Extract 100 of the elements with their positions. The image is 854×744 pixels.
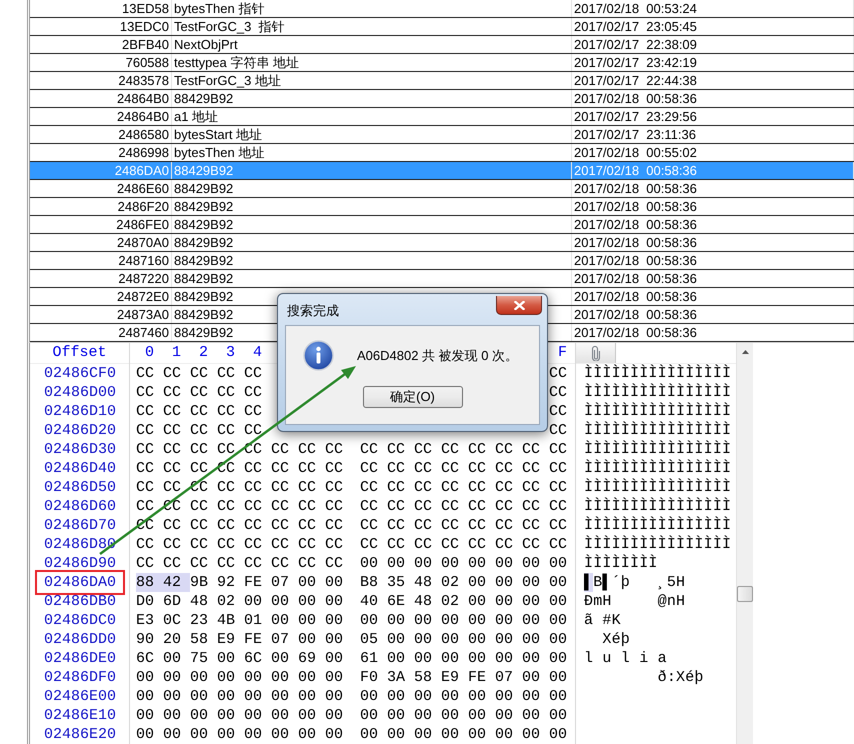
hex-byte[interactable]: 48 — [190, 592, 217, 611]
hex-byte[interactable]: CC — [163, 554, 190, 573]
table-row[interactable]: 24870A0 88429B92 2017/02/18 00:58:36 — [30, 234, 854, 252]
hex-byte[interactable]: CC — [325, 516, 352, 535]
hex-byte[interactable]: 00 — [522, 668, 549, 687]
hex-byte[interactable]: 00 — [136, 725, 163, 744]
hex-byte[interactable]: CC — [244, 516, 271, 535]
hex-byte[interactable]: CC — [495, 516, 522, 535]
hex-byte[interactable]: E9 — [441, 668, 468, 687]
hex-byte[interactable]: 00 — [495, 649, 522, 668]
hex-byte[interactable]: 07 — [271, 573, 298, 592]
hex-byte[interactable]: CC — [136, 535, 163, 554]
table-row[interactable]: 24864B0 88429B92 2017/02/18 00:58:36 — [30, 90, 854, 108]
hex-byte[interactable]: CC — [271, 440, 298, 459]
hex-byte[interactable]: CC — [549, 497, 576, 516]
hex-byte[interactable]: 00 — [217, 668, 244, 687]
hex-byte[interactable]: CC — [217, 402, 244, 421]
hex-byte[interactable]: 00 — [190, 668, 217, 687]
hex-byte[interactable]: 00 — [325, 687, 352, 706]
hex-byte[interactable]: 00 — [163, 668, 190, 687]
hex-byte[interactable]: 75 — [190, 649, 217, 668]
hex-byte[interactable]: CC — [441, 459, 468, 478]
hex-byte[interactable]: CC — [190, 459, 217, 478]
hex-byte[interactable]: CC — [495, 497, 522, 516]
hex-byte[interactable]: 00 — [549, 630, 576, 649]
hex-byte[interactable]: 02 — [441, 573, 468, 592]
hex-byte[interactable]: CC — [298, 535, 325, 554]
hex-byte[interactable]: 3A — [387, 668, 414, 687]
hex-byte[interactable]: 00 — [414, 725, 441, 744]
hex-byte[interactable]: CC — [217, 383, 244, 402]
hex-byte[interactable]: CC — [190, 421, 217, 440]
hex-byte[interactable]: 00 — [271, 687, 298, 706]
hex-byte[interactable]: CC — [468, 459, 495, 478]
hex-byte[interactable]: CC — [217, 497, 244, 516]
hex-byte[interactable]: CC — [387, 440, 414, 459]
hex-byte[interactable]: 69 — [298, 649, 325, 668]
hex-byte[interactable]: 00 — [441, 554, 468, 573]
hex-byte[interactable]: 00 — [441, 687, 468, 706]
hex-byte[interactable]: FE — [468, 668, 495, 687]
hex-byte[interactable]: 02 — [441, 592, 468, 611]
hex-byte[interactable]: CC — [298, 554, 325, 573]
hex-byte[interactable]: 00 — [495, 706, 522, 725]
table-row[interactable]: 2487220 88429B92 2017/02/18 00:58:36 — [30, 270, 854, 288]
hex-byte[interactable]: CC — [271, 478, 298, 497]
table-row[interactable]: 2483578 TestForGC_3 地址 2017/02/17 22:44:38 — [30, 72, 854, 90]
hex-byte[interactable]: CC — [190, 402, 217, 421]
hex-byte[interactable]: 00 — [298, 668, 325, 687]
hex-byte[interactable]: 90 — [136, 630, 163, 649]
ok-button[interactable]: 确定(O) — [362, 386, 462, 408]
table-row[interactable]: 13ED58 bytesThen 指针 2017/02/18 00:53:24 — [30, 0, 854, 18]
hex-byte[interactable]: 00 — [549, 687, 576, 706]
hex-byte[interactable]: 07 — [495, 668, 522, 687]
hex-byte[interactable]: CC — [217, 421, 244, 440]
hex-byte[interactable]: CC — [522, 478, 549, 497]
hex-byte[interactable]: 00 — [387, 687, 414, 706]
hex-byte[interactable]: 00 — [136, 687, 163, 706]
hex-byte[interactable]: 00 — [468, 725, 495, 744]
hex-byte[interactable]: 00 — [217, 649, 244, 668]
hex-byte[interactable]: CC — [360, 497, 387, 516]
table-row[interactable]: 24864B0 a1 地址 2017/02/17 23:29:56 — [30, 108, 854, 126]
hex-byte[interactable]: CC — [441, 478, 468, 497]
hex-byte[interactable]: 00 — [549, 611, 576, 630]
hex-byte[interactable]: CC — [495, 478, 522, 497]
hex-byte[interactable]: 00 — [298, 687, 325, 706]
hex-byte[interactable]: 00 — [298, 573, 325, 592]
hex-byte[interactable]: CC — [549, 459, 576, 478]
hex-byte[interactable]: 00 — [190, 725, 217, 744]
hex-byte[interactable]: CC — [217, 478, 244, 497]
hex-byte[interactable]: 00 — [387, 630, 414, 649]
hex-byte[interactable]: 00 — [522, 554, 549, 573]
hex-byte[interactable]: 00 — [387, 611, 414, 630]
hex-byte[interactable]: 00 — [414, 611, 441, 630]
hex-byte[interactable]: 00 — [549, 668, 576, 687]
hex-byte[interactable]: CC — [271, 554, 298, 573]
hex-byte[interactable]: 00 — [495, 592, 522, 611]
hex-byte[interactable]: CC — [244, 478, 271, 497]
hex-byte[interactable]: 00 — [495, 554, 522, 573]
hex-byte[interactable]: CC — [163, 402, 190, 421]
hex-byte[interactable]: CC — [468, 440, 495, 459]
hex-byte[interactable]: 00 — [522, 592, 549, 611]
hex-byte[interactable]: FE — [244, 630, 271, 649]
hex-byte[interactable]: CC — [360, 535, 387, 554]
hex-byte[interactable]: 88 — [136, 573, 163, 592]
hex-byte[interactable]: CC — [271, 535, 298, 554]
hex-byte[interactable]: CC — [190, 497, 217, 516]
hex-byte[interactable]: CC — [163, 421, 190, 440]
hex-byte[interactable]: CC — [522, 535, 549, 554]
hex-byte[interactable]: 00 — [360, 554, 387, 573]
hex-byte[interactable]: CC — [522, 459, 549, 478]
hex-byte[interactable]: CC — [136, 497, 163, 516]
hex-byte[interactable]: CC — [414, 478, 441, 497]
hex-byte[interactable]: CC — [136, 383, 163, 402]
hex-byte[interactable]: 00 — [468, 592, 495, 611]
hex-byte[interactable]: CC — [325, 554, 352, 573]
hex-byte[interactable]: 00 — [549, 649, 576, 668]
hex-byte[interactable]: CC — [360, 478, 387, 497]
hex-byte[interactable]: 6E — [387, 592, 414, 611]
hex-byte[interactable]: 00 — [325, 649, 352, 668]
hex-byte[interactable]: 00 — [441, 706, 468, 725]
hex-byte[interactable]: CC — [190, 516, 217, 535]
